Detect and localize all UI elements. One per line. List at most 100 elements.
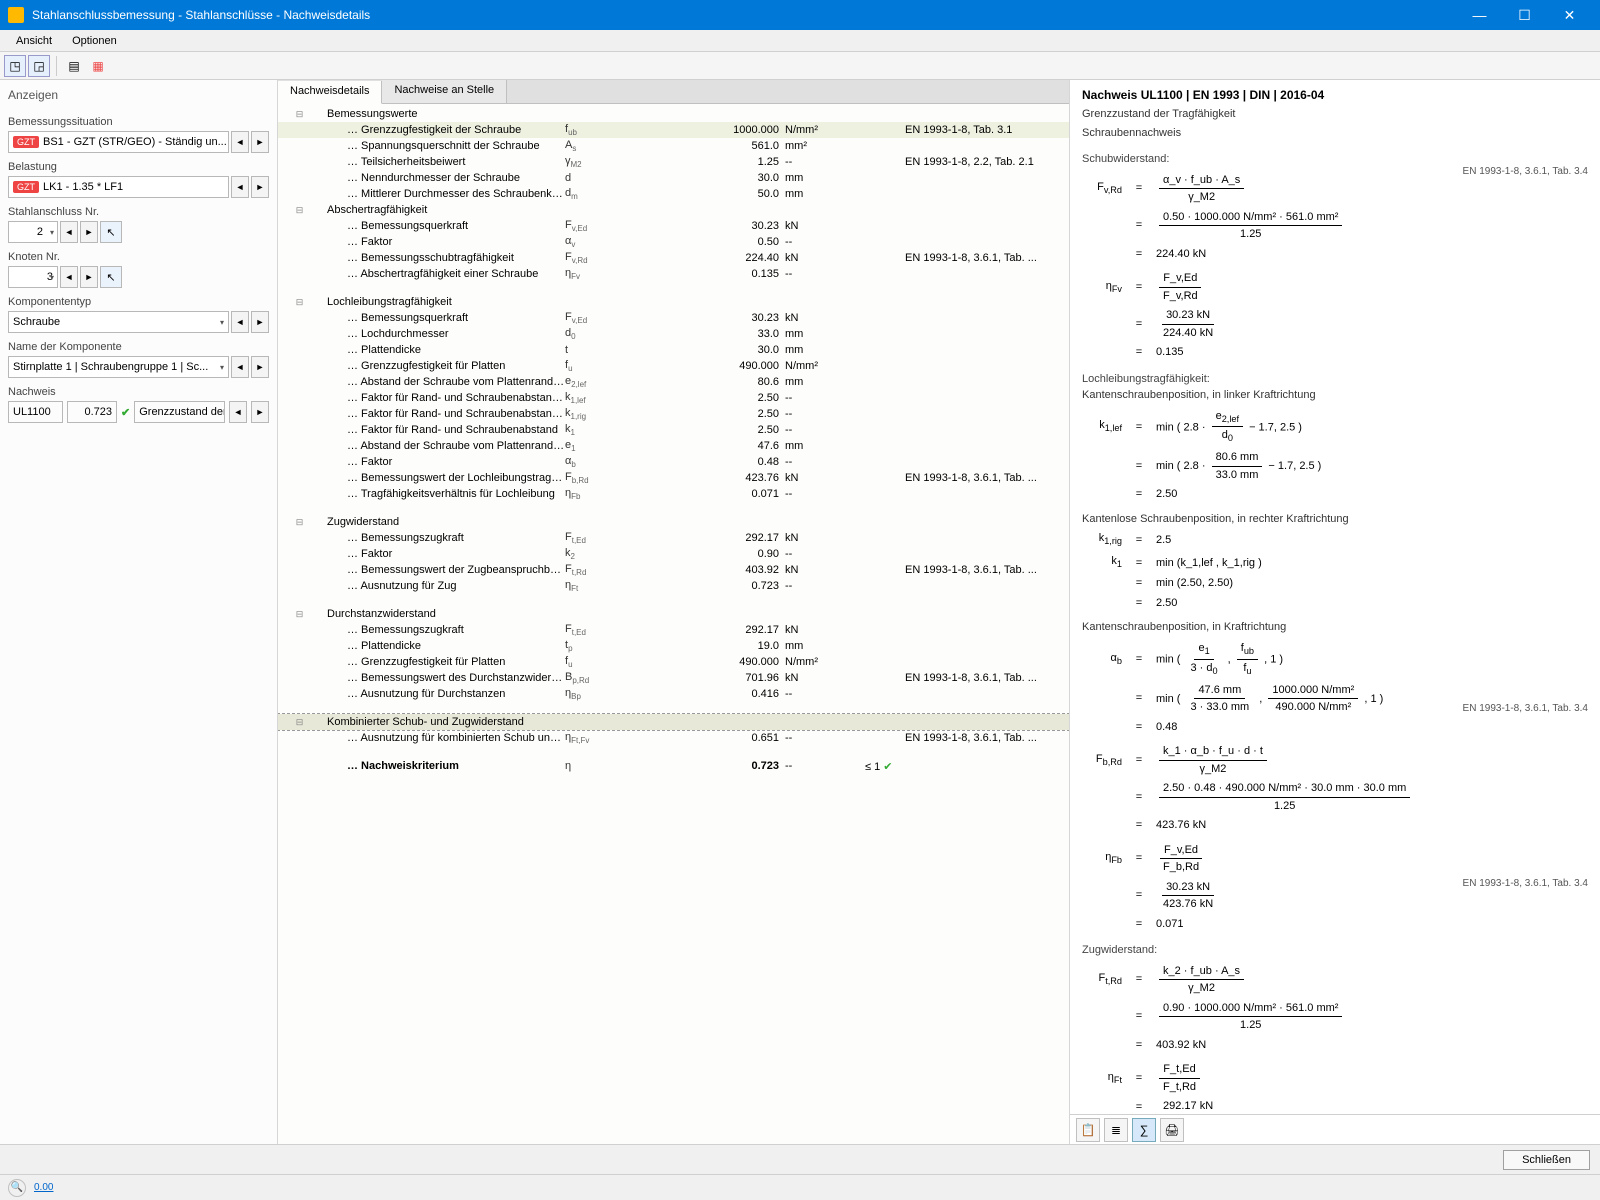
belastung-label: Belastung bbox=[8, 161, 269, 173]
kompname-next[interactable]: ► bbox=[251, 356, 269, 378]
right-toolbar: 📋 ≣ ∑ 🖨 bbox=[1070, 1114, 1600, 1144]
belastung-field[interactable]: GZTLK1 - 1.35 * LF1 bbox=[8, 176, 229, 198]
tab-nachweisdetails[interactable]: Nachweisdetails bbox=[278, 81, 382, 104]
tree-group[interactable]: ⊟Lochleibungstragfähigkeit bbox=[278, 294, 1069, 310]
tree-row[interactable]: … BemessungsquerkraftFv,Ed30.23kN bbox=[278, 310, 1069, 326]
tree-group[interactable]: ⊟Durchstanzwiderstand bbox=[278, 606, 1069, 622]
rtool-print-icon[interactable]: 🖨 bbox=[1160, 1118, 1184, 1142]
tree-group[interactable]: ⊟Zugwiderstand bbox=[278, 514, 1069, 530]
knoten-field[interactable]: 3 bbox=[8, 266, 58, 288]
sidebar: Anzeigen Bemessungssituation GZTBS1 - GZ… bbox=[0, 80, 278, 1144]
maximize-button[interactable]: ☐ bbox=[1502, 0, 1547, 30]
tree-row[interactable]: … Faktor für Rand- und Schraubenabstandk… bbox=[278, 422, 1069, 438]
tree-group[interactable]: ⊟Kombinierter Schub- und Zugwiderstand bbox=[278, 714, 1069, 730]
tree-row[interactable]: … Abstand der Schraube vom Plattenrand i… bbox=[278, 374, 1069, 390]
check-icon: ✔ bbox=[121, 406, 130, 419]
tree-row[interactable]: … Faktorαb0.48-- bbox=[278, 454, 1069, 470]
app-icon bbox=[8, 7, 24, 23]
close-button[interactable]: Schließen bbox=[1503, 1150, 1590, 1170]
kompname-field[interactable]: Stirnplatte 1 | Schraubengruppe 1 | Sc..… bbox=[8, 356, 229, 378]
stahl-field[interactable]: 2 bbox=[8, 221, 58, 243]
close-window-button[interactable]: ✕ bbox=[1547, 0, 1592, 30]
status-search-icon[interactable]: 🔍 bbox=[8, 1179, 26, 1197]
tree-row[interactable]: … Ausnutzung für ZugηFt0.723-- bbox=[278, 578, 1069, 594]
tree-row[interactable]: … Plattendicketp19.0mm bbox=[278, 638, 1069, 654]
tree-row[interactable]: … Spannungsquerschnitt der SchraubeAs561… bbox=[278, 138, 1069, 154]
tool-1[interactable]: ◳ bbox=[4, 55, 26, 77]
tree-row[interactable]: … Mittlerer Durchmesser des Schraubenkop… bbox=[278, 186, 1069, 202]
menubar: Ansicht Optionen bbox=[0, 30, 1600, 52]
komptyp-label: Komponententyp bbox=[8, 296, 269, 308]
tree-row[interactable]: … Abschertragfähigkeit einer SchraubeηFv… bbox=[278, 266, 1069, 282]
ref-1: EN 1993-1-8, 3.6.1, Tab. 3.4 bbox=[1463, 164, 1588, 179]
minimize-button[interactable]: — bbox=[1457, 0, 1502, 30]
tree-row[interactable]: … Ausnutzung für DurchstanzenηBp0.416-- bbox=[278, 686, 1069, 702]
footer: Schließen bbox=[0, 1144, 1600, 1174]
tab-nachweise-an-stelle[interactable]: Nachweise an Stelle bbox=[382, 80, 507, 103]
tree-row[interactable]: … BemessungsschubtragfähigkeitFv,Rd224.4… bbox=[278, 250, 1069, 266]
tree-row[interactable]: … Grenzzugfestigkeit der Schraubefub1000… bbox=[278, 122, 1069, 138]
tree-row[interactable]: … Bemessungswert der Lochleibungstragfäh… bbox=[278, 470, 1069, 486]
tree-row[interactable]: … Bemessungswert der Zugbeanspruchbarkei… bbox=[278, 562, 1069, 578]
knoten-label: Knoten Nr. bbox=[8, 251, 269, 263]
window-title: Stahlanschlussbemessung - Stahlanschlüss… bbox=[32, 8, 1457, 22]
tree-row[interactable]: … Nenndurchmesser der Schraubed30.0mm bbox=[278, 170, 1069, 186]
tree-row[interactable]: … BemessungszugkraftFt,Ed292.17kN bbox=[278, 530, 1069, 546]
tree-row[interactable]: … BemessungsquerkraftFv,Ed30.23kN bbox=[278, 218, 1069, 234]
tree-group[interactable]: ⊟Bemessungswerte bbox=[278, 106, 1069, 122]
tree-row[interactable]: … Faktorαv0.50-- bbox=[278, 234, 1069, 250]
nachweis-next[interactable]: ► bbox=[251, 401, 269, 423]
belastung-prev[interactable]: ◄ bbox=[231, 176, 249, 198]
tree-row[interactable]: … Abstand der Schraube vom Plattenrand i… bbox=[278, 438, 1069, 454]
situation-prev[interactable]: ◄ bbox=[231, 131, 249, 153]
knoten-next[interactable]: ► bbox=[80, 266, 98, 288]
nachweis-desc[interactable]: Grenzzustand der Tr... bbox=[134, 401, 225, 423]
komptyp-field[interactable]: Schraube bbox=[8, 311, 229, 333]
tree-row[interactable]: … Grenzzugfestigkeit für Plattenfu490.00… bbox=[278, 358, 1069, 374]
status-value[interactable]: 0.00 bbox=[34, 1182, 53, 1193]
menu-ansicht[interactable]: Ansicht bbox=[6, 33, 62, 49]
tree-row[interactable]: … TeilsicherheitsbeiwertγM21.25--EN 1993… bbox=[278, 154, 1069, 170]
tree-row[interactable]: … Ausnutzung für kombinierten Schub und … bbox=[278, 730, 1069, 746]
tool-2[interactable]: ◲ bbox=[28, 55, 50, 77]
tool-4[interactable]: ▦ bbox=[87, 55, 109, 77]
tree-row[interactable]: … Plattendicket30.0mm bbox=[278, 342, 1069, 358]
titlebar: Stahlanschlussbemessung - Stahlanschlüss… bbox=[0, 0, 1600, 30]
tree-row[interactable]: … Faktork20.90-- bbox=[278, 546, 1069, 562]
right-panel: Nachweis UL1100 | EN 1993 | DIN | 2016-0… bbox=[1070, 80, 1600, 1144]
stahl-prev[interactable]: ◄ bbox=[60, 221, 78, 243]
menu-optionen[interactable]: Optionen bbox=[62, 33, 127, 49]
komptyp-next[interactable]: ► bbox=[251, 311, 269, 333]
nachweis-code[interactable]: UL1100 bbox=[8, 401, 63, 423]
tool-3[interactable]: ▤ bbox=[63, 55, 85, 77]
tree-row[interactable]: … Faktor für Rand- und Schraubenabstand … bbox=[278, 406, 1069, 422]
stahl-label: Stahlanschluss Nr. bbox=[8, 206, 269, 218]
situation-label: Bemessungssituation bbox=[8, 116, 269, 128]
ref-3: EN 1993-1-8, 3.6.1, Tab. 3.4 bbox=[1463, 876, 1588, 891]
tree-row[interactable]: … Lochdurchmesserd033.0mm bbox=[278, 326, 1069, 342]
rtool-list-icon[interactable]: ≣ bbox=[1104, 1118, 1128, 1142]
tree-row[interactable]: … BemessungszugkraftFt,Ed292.17kN bbox=[278, 622, 1069, 638]
belastung-next[interactable]: ► bbox=[251, 176, 269, 198]
tree-row[interactable]: … Grenzzugfestigkeit für Plattenfu490.00… bbox=[278, 654, 1069, 670]
kompname-prev[interactable]: ◄ bbox=[231, 356, 249, 378]
nachweis-prev[interactable]: ◄ bbox=[229, 401, 247, 423]
tree-group[interactable]: ⊟Abschertragfähigkeit bbox=[278, 202, 1069, 218]
situation-next[interactable]: ► bbox=[251, 131, 269, 153]
situation-field[interactable]: GZTBS1 - GZT (STR/GEO) - Ständig un... bbox=[8, 131, 229, 153]
tree-row[interactable]: … Tragfähigkeitsverhältnis für Lochleibu… bbox=[278, 486, 1069, 502]
details-tree[interactable]: ⊟Bemessungswerte… Grenzzugfestigkeit der… bbox=[278, 104, 1069, 1144]
statusbar: 🔍 0.00 bbox=[0, 1174, 1600, 1200]
right-body: Grenzzustand der Tragfähigkeit Schrauben… bbox=[1070, 106, 1600, 1114]
right-header: Nachweis UL1100 | EN 1993 | DIN | 2016-0… bbox=[1070, 80, 1600, 106]
tree-row[interactable]: … Nachweiskriteriumη0.723--≤ 1 ✔ bbox=[278, 758, 1069, 774]
komptyp-prev[interactable]: ◄ bbox=[231, 311, 249, 333]
tree-row[interactable]: … Faktor für Rand- und Schraubenabstand … bbox=[278, 390, 1069, 406]
knoten-prev[interactable]: ◄ bbox=[60, 266, 78, 288]
knoten-pick-icon[interactable]: ↖ bbox=[100, 266, 122, 288]
stahl-pick-icon[interactable]: ↖ bbox=[100, 221, 122, 243]
rtool-copy-icon[interactable]: 📋 bbox=[1076, 1118, 1100, 1142]
tree-row[interactable]: … Bemessungswert des Durchstanzwiderstan… bbox=[278, 670, 1069, 686]
stahl-next[interactable]: ► bbox=[80, 221, 98, 243]
rtool-formula-icon[interactable]: ∑ bbox=[1132, 1118, 1156, 1142]
